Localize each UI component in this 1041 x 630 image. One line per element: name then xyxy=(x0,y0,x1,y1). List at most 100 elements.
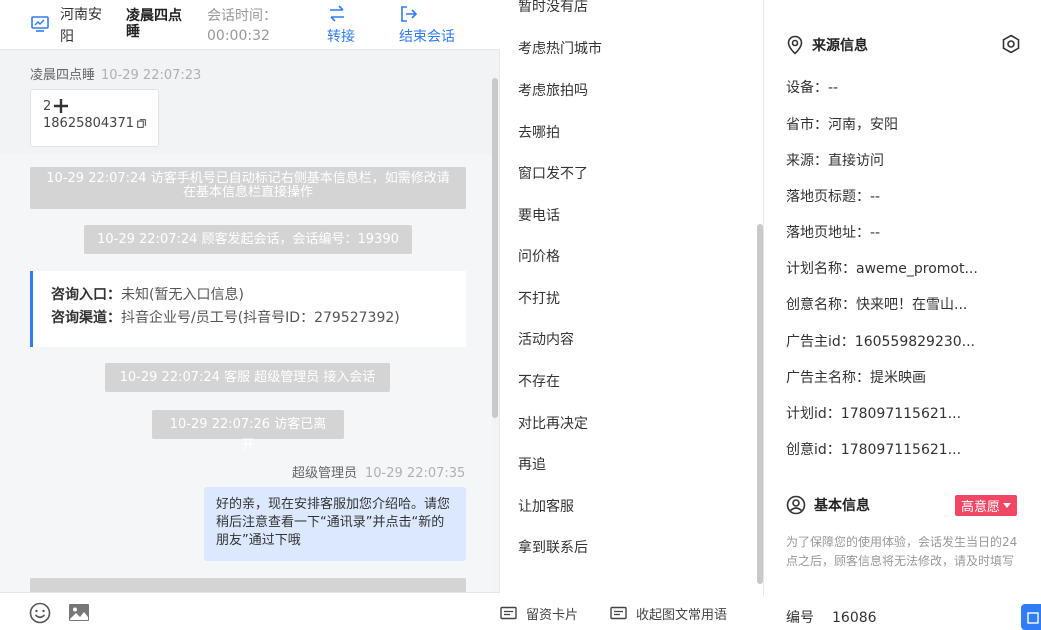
source-plan-name-value: aweme_promot... xyxy=(856,261,978,277)
basic-info-title-text: 基本信息 xyxy=(814,498,870,514)
source-info-title-text: 来源信息 xyxy=(812,38,868,54)
card-line-1: 2 xyxy=(43,98,52,114)
source-creative-name-value: 快来吧！在雪山... xyxy=(856,297,968,313)
logout-icon xyxy=(401,6,418,22)
source-landing-url-value: -- xyxy=(870,225,881,241)
quick-reply-item[interactable]: 窗口发不了 xyxy=(518,163,588,183)
source-info-title: 来源信息 xyxy=(786,35,868,55)
source-device-label: 设备： xyxy=(786,80,828,96)
message-card-icon xyxy=(500,606,517,619)
visitor-name: 凌晨四点睡 xyxy=(126,8,182,40)
swap-icon xyxy=(330,5,344,22)
consult-entry-label: 咨询入口： xyxy=(51,287,121,303)
source-landing-url: 落地页地址：-- xyxy=(786,222,996,242)
consult-channel: 咨询渠道：抖音企业号/员工号(抖音号ID：279527392) xyxy=(51,307,448,330)
source-plan-id: 计划id：178097115621... xyxy=(786,403,996,423)
quick-reply-item[interactable]: 活动内容 xyxy=(518,329,574,349)
quick-reply-toolbar: 留资卡片 收起图文常用语 xyxy=(500,596,764,630)
source-advertiser-id-value: 160559829230... xyxy=(854,334,976,350)
collapse-phrases-label: 收起图文常用语 xyxy=(636,608,728,623)
agent-message-time: 10-29 22:07:35 xyxy=(365,466,466,481)
chat-messages[interactable]: 凌晨四点睡 10-29 22:07:23 2 18625804371 10-29… xyxy=(0,52,500,592)
system-message: 10-29 22:07:24 顾客发起会话，会话编号：19390 xyxy=(84,225,412,254)
quick-reply-item[interactable]: 对比再决定 xyxy=(518,413,588,433)
consult-channel-value: 抖音企业号/员工号(抖音号ID：279527392) xyxy=(121,310,400,326)
location-pin-icon xyxy=(787,35,803,55)
quick-reply-scrollbar[interactable] xyxy=(757,224,763,584)
quick-reply-item[interactable]: 暂时没有店 xyxy=(518,0,588,16)
smile-icon[interactable] xyxy=(28,601,52,625)
source-advertiser-name: 广告主名称：提米映画 xyxy=(786,367,996,387)
quick-reply-item[interactable]: 考虑热门城市 xyxy=(518,38,602,58)
caret-down-icon xyxy=(1003,502,1012,508)
app-root: 河南安阳 凌晨四点睡 会话时间： 00:00:32 转接 结束会话 凌晨四点睡 … xyxy=(0,0,1041,630)
user-circle-icon xyxy=(786,495,806,515)
source-province: 省市：河南，安阳 xyxy=(786,114,996,134)
customer-number: 编号 16086 xyxy=(786,607,996,627)
quick-reply-panel: 暂时没有店 考虑热门城市 考虑旅拍吗 去哪拍 窗口发不了 要电话 问价格 不打扰… xyxy=(500,0,764,630)
source-device: 设备：-- xyxy=(786,77,996,97)
visitor-message-meta: 凌晨四点睡 10-29 22:07:23 xyxy=(30,64,201,83)
source-creative-name-label: 创意名称： xyxy=(786,297,856,313)
intent-level-dropdown[interactable]: 高意愿 xyxy=(955,495,1018,516)
quick-reply-item[interactable]: 拿到联系后 xyxy=(518,537,588,557)
collapse-phrases-button[interactable]: 收起图文常用语 xyxy=(610,604,727,623)
move-icon xyxy=(54,99,69,113)
session-time-label: 会话时间： xyxy=(207,8,277,24)
quick-reply-item[interactable]: 让加客服 xyxy=(518,496,574,516)
agent-message-bubble: 好的亲，现在安排客服加您介绍哈。请您稍后注意查看一下“通讯录”并点击“新的朋友”… xyxy=(204,487,466,561)
transfer-button[interactable]: 转接 xyxy=(327,4,355,46)
source-province-value: 河南，安阳 xyxy=(828,117,898,133)
quick-reply-item[interactable]: 不存在 xyxy=(518,371,560,391)
chat-toolbar xyxy=(0,592,500,630)
system-message-partial xyxy=(30,578,466,592)
source-plan-id-label: 计划id： xyxy=(786,406,841,422)
source-origin-label: 来源： xyxy=(786,153,828,169)
source-advertiser-name-value: 提米映画 xyxy=(870,370,926,386)
chat-panel: 河南安阳 凌晨四点睡 会话时间： 00:00:32 转接 结束会话 凌晨四点睡 … xyxy=(0,0,500,630)
intent-level-label: 高意愿 xyxy=(961,500,1001,515)
quick-reply-item[interactable]: 再追 xyxy=(518,454,546,474)
visitor-message-time: 10-29 22:07:23 xyxy=(101,68,202,83)
copy-icon[interactable] xyxy=(137,117,146,130)
source-landing-title-value: -- xyxy=(870,189,881,205)
settings-hex-icon[interactable] xyxy=(1001,34,1021,54)
customer-number-label: 编号 xyxy=(786,610,814,626)
source-advertiser-name-label: 广告主名称： xyxy=(786,370,870,386)
floating-action-button[interactable] xyxy=(1021,604,1041,630)
source-origin: 来源：直接访问 xyxy=(786,150,996,170)
system-message: 10-29 22:07:24 客服 超级管理员 接入会话 xyxy=(105,363,390,392)
edit-icon xyxy=(1027,612,1039,624)
source-creative-id-label: 创意id： xyxy=(786,442,841,458)
agent-message-meta: 超级管理员 10-29 22:07:35 xyxy=(292,462,465,481)
source-landing-title-label: 落地页标题： xyxy=(786,189,870,205)
quick-reply-item[interactable]: 不打扰 xyxy=(518,288,560,308)
customer-number-value: 16086 xyxy=(832,610,877,626)
end-session-button[interactable]: 结束会话 xyxy=(399,4,455,46)
basic-info-note: 为了保障您的使用体验，会话发生当日的24点之后，顾客信息将无法修改，请及时填写 xyxy=(786,535,1018,568)
source-device-value: -- xyxy=(828,80,839,96)
image-icon[interactable] xyxy=(67,601,91,625)
visitor-region: 河南安阳 xyxy=(60,7,102,45)
source-province-label: 省市： xyxy=(786,117,828,133)
source-creative-id-value: 178097115621... xyxy=(840,442,962,458)
end-session-label: 结束会话 xyxy=(399,29,455,45)
source-plan-id-value: 178097115621... xyxy=(840,406,962,422)
visitor-message-card: 2 18625804371 xyxy=(30,89,159,147)
quick-reply-item[interactable]: 去哪拍 xyxy=(518,122,560,142)
basic-info-title: 基本信息 xyxy=(786,495,870,515)
quick-reply-item[interactable]: 要电话 xyxy=(518,205,560,225)
system-message: 10-29 22:07:26 访客已离开 xyxy=(152,410,344,453)
session-time-value: 00:00:32 xyxy=(207,28,270,44)
message-card-icon xyxy=(610,606,627,619)
chat-scrollbar[interactable] xyxy=(492,78,498,418)
chat-header: 河南安阳 凌晨四点睡 会话时间： 00:00:32 转接 结束会话 xyxy=(0,0,500,50)
agent-message-name: 超级管理员 xyxy=(292,466,358,481)
quick-reply-item[interactable]: 问价格 xyxy=(518,246,560,266)
consult-info-box: 咨询入口：未知(暂无入口信息) 咨询渠道：抖音企业号/员工号(抖音号ID：279… xyxy=(30,271,466,347)
visitor-message-name: 凌晨四点睡 xyxy=(30,68,96,83)
lead-card-label: 留资卡片 xyxy=(526,608,579,623)
source-plan-name: 计划名称：aweme_promot... xyxy=(786,258,996,278)
quick-reply-item[interactable]: 考虑旅拍吗 xyxy=(518,80,588,100)
lead-card-button[interactable]: 留资卡片 xyxy=(500,604,578,623)
